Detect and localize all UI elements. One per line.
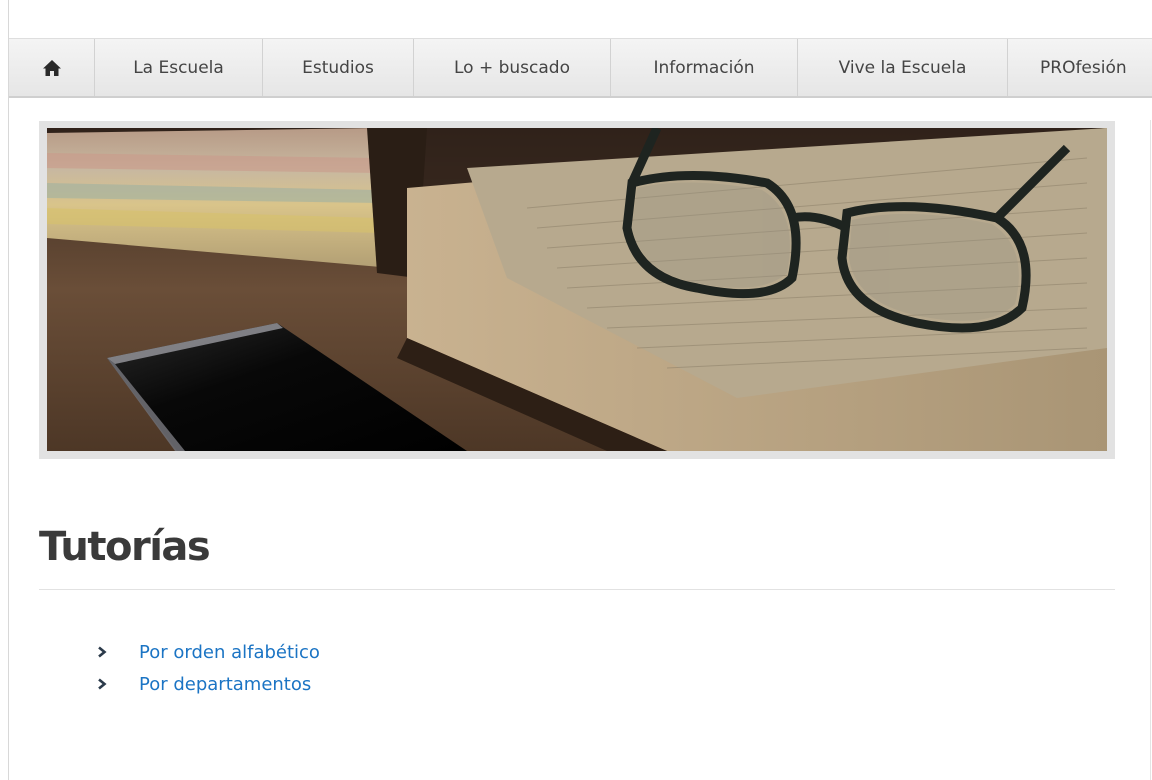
page-title: Tutorías bbox=[39, 524, 211, 570]
nav-home[interactable] bbox=[9, 39, 95, 96]
title-divider bbox=[39, 589, 1115, 590]
chevron-right-icon bbox=[98, 678, 107, 690]
list-item: Por departamentos bbox=[96, 668, 320, 700]
nav-item-estudios[interactable]: Estudios bbox=[263, 39, 414, 96]
left-border bbox=[8, 0, 9, 780]
tutorias-link-list: Por orden alfabético Por departamentos bbox=[96, 636, 320, 700]
page: La Escuela Estudios Lo + buscado Informa… bbox=[0, 0, 1152, 780]
nav-item-la-escuela[interactable]: La Escuela bbox=[95, 39, 263, 96]
link-por-departamentos[interactable]: Por departamentos bbox=[139, 674, 311, 695]
link-por-orden-alfabetico[interactable]: Por orden alfabético bbox=[139, 642, 320, 663]
nav-item-profesion[interactable]: PROfesión bbox=[1008, 39, 1152, 96]
nav-item-vive-la-escuela[interactable]: Vive la Escuela bbox=[798, 39, 1008, 96]
chevron-right-icon bbox=[98, 646, 107, 658]
list-item: Por orden alfabético bbox=[96, 636, 320, 668]
main-navigation: La Escuela Estudios Lo + buscado Informa… bbox=[9, 38, 1152, 98]
nav-item-informacion[interactable]: Información bbox=[611, 39, 798, 96]
banner-image bbox=[39, 121, 1115, 459]
home-icon bbox=[42, 59, 61, 76]
right-border bbox=[1150, 120, 1151, 780]
banner-illustration bbox=[47, 128, 1107, 451]
nav-item-lo-mas-buscado[interactable]: Lo + buscado bbox=[414, 39, 611, 96]
